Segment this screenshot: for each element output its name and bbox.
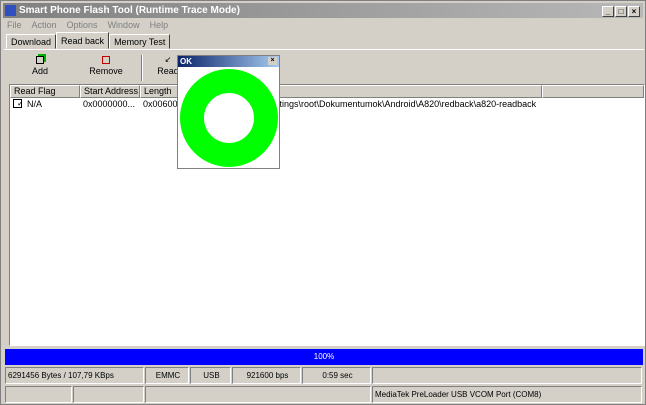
tab-download[interactable]: Download [6, 34, 57, 49]
readback-list: Read Flag Start Address Length ✓ N/A 0x00… [9, 84, 645, 346]
main-window: Smart Phone Flash Tool (Runtime Trace Mo… [0, 0, 646, 405]
status-extra [372, 367, 642, 384]
progress-bar: 100% [5, 349, 643, 365]
status-cell-3 [145, 386, 371, 403]
path-cell: ttings\root\Dokumentumok\Android\A820\re… [277, 99, 537, 109]
status-com-port: MediaTek PreLoader USB VCOM Port (COM8) [372, 386, 642, 403]
menu-options[interactable]: Options [67, 20, 98, 30]
popup-title-bar: OK × [178, 56, 279, 67]
app-icon [5, 5, 16, 16]
read-back-panel: Add Remove ↙ Read Read Flag Start Addres… [4, 49, 645, 346]
list-header: Read Flag Start Address Length [10, 85, 644, 98]
maximize-button[interactable]: □ [615, 6, 627, 17]
remove-label: Remove [89, 66, 123, 76]
ok-popup: OK × [177, 55, 280, 169]
tab-memory-test[interactable]: Memory Test [109, 34, 171, 49]
menu-window[interactable]: Window [108, 20, 140, 30]
flag-value: N/A [27, 99, 43, 109]
close-button[interactable]: × [628, 6, 640, 17]
status-time: 0:59 sec [302, 367, 371, 384]
popup-title: OK [180, 57, 192, 66]
remove-icon [102, 56, 110, 64]
title-bar: Smart Phone Flash Tool (Runtime Trace Mo… [3, 3, 643, 18]
window-title: Smart Phone Flash Tool (Runtime Trace Mo… [19, 5, 240, 16]
status-bar-2: MediaTek PreLoader USB VCOM Port (COM8) [5, 386, 643, 403]
status-storage: EMMC [145, 367, 189, 384]
status-bar-1: 6291456 Bytes / 107,79 KBps EMMC USB 921… [5, 367, 643, 384]
checkbox[interactable]: ✓ [13, 99, 22, 108]
read-icon: ↙ [164, 55, 172, 64]
menu-file[interactable]: File [7, 20, 22, 30]
col-extra[interactable] [542, 85, 644, 98]
tab-bar: Download Read back Memory Test [6, 32, 171, 49]
read-flag-cell: ✓ N/A [10, 98, 80, 111]
menu-help[interactable]: Help [150, 20, 169, 30]
minimize-button[interactable]: _ [602, 6, 614, 17]
start-address-cell: 0x0000000... [83, 99, 136, 109]
menu-bar: File Action Options Window Help [7, 20, 168, 30]
status-cell-2 [73, 386, 144, 403]
col-read-flag[interactable]: Read Flag [10, 85, 80, 98]
popup-close-icon[interactable]: × [268, 57, 277, 65]
table-row[interactable]: ✓N/A 0x0000000... 0x006000 ttings\root\D… [10, 98, 644, 111]
read-label: Read [157, 66, 179, 76]
status-baudrate: 921600 bps [232, 367, 301, 384]
status-connection: USB [190, 367, 231, 384]
add-button[interactable]: Add [15, 56, 65, 76]
col-start-address[interactable]: Start Address [80, 85, 140, 98]
remove-button[interactable]: Remove [81, 56, 131, 76]
green-ring-indicator [180, 69, 278, 167]
tab-read-back[interactable]: Read back [56, 32, 110, 49]
progress-label: 100% [313, 352, 335, 361]
status-cell-1 [5, 386, 72, 403]
status-throughput: 6291456 Bytes / 107,79 KBps [5, 367, 144, 384]
add-icon [36, 56, 44, 64]
menu-action[interactable]: Action [32, 20, 57, 30]
add-label: Add [31, 66, 48, 76]
